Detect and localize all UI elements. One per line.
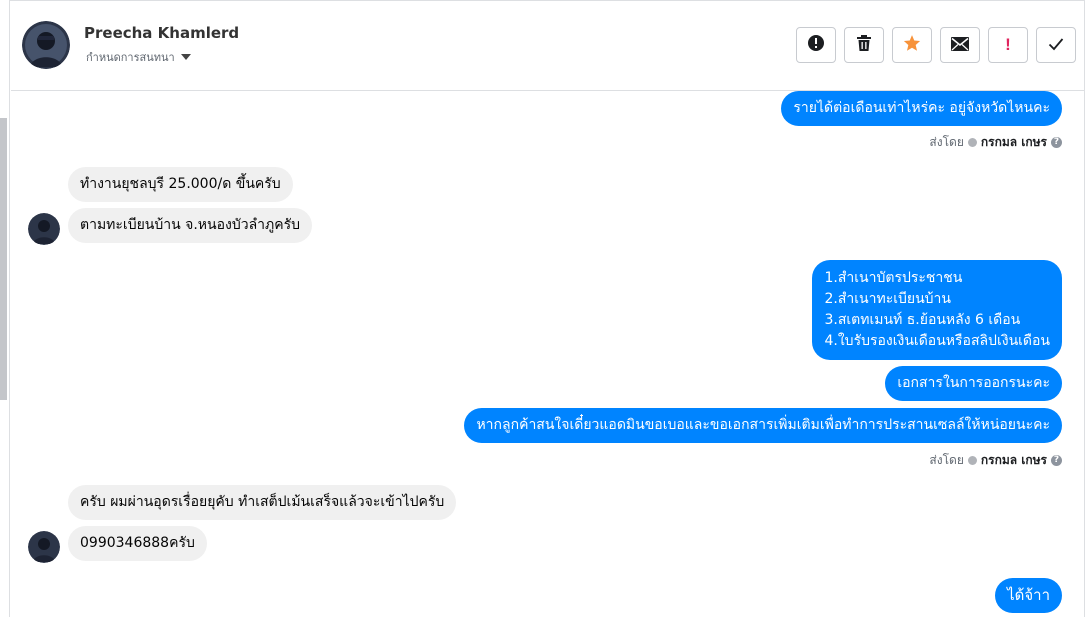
sent-by-label: ส่งโดย กรกมล เกษร ? <box>929 133 1062 152</box>
document-line: 3.สเตทเมนท์ ธ.ย้อนหลัง 6 เดือน <box>824 312 1021 328</box>
outgoing-message[interactable]: เอกสารในการออกรนะคะ <box>885 366 1062 401</box>
scrollbar[interactable] <box>0 118 7 400</box>
outgoing-message[interactable]: หากลูกค้าสนใจเดี๋ยวแอดมินขอเบอและขอเอกสา… <box>464 408 1062 443</box>
incoming-message[interactable]: ทำงานยุชลบุรี 25.000/ด ขึ้นครับ <box>68 167 293 202</box>
sender-name[interactable]: กรกมล เกษร <box>981 451 1047 470</box>
check-circle-icon <box>967 138 977 147</box>
report-button[interactable] <box>796 27 836 63</box>
conversation-header: Preecha Khamlerd กำหนดการสนทนา ! <box>11 1 1084 91</box>
check-circle-icon <box>967 456 977 465</box>
outgoing-message[interactable]: รายได้ต่อเดือนเท่าไหร่คะ อยู่จังหวัดไหนค… <box>781 91 1062 126</box>
conversation-settings-label: กำหนดการสนทนา <box>86 51 175 64</box>
header-actions: ! <box>796 27 1076 63</box>
done-button[interactable] <box>1036 27 1076 63</box>
help-icon[interactable]: ? <box>1051 137 1062 148</box>
document-line: 2.สำเนาทะเบียนบ้าน <box>824 291 951 307</box>
document-line: 4.ใบรับรองเงินเดือนหรือสลิปเงินเดือน <box>824 333 1050 349</box>
help-icon[interactable]: ? <box>1051 455 1062 466</box>
mail-icon <box>951 36 969 55</box>
avatar[interactable] <box>28 531 60 563</box>
outgoing-message[interactable]: 1.สำเนาบัตรประชาชน 2.สำเนาทะเบียนบ้าน 3.… <box>812 260 1062 360</box>
incoming-message[interactable]: ครับ ผมผ่านอุดรเรื่อยยุคับ ทำเสต็ปเม้นเส… <box>68 485 457 520</box>
mark-unread-button[interactable] <box>940 27 980 63</box>
delete-button[interactable] <box>844 27 884 63</box>
sender-name[interactable]: กรกมล เกษร <box>981 133 1047 152</box>
trash-icon <box>856 34 872 56</box>
outgoing-message[interactable]: ได้จ้าา <box>995 578 1062 613</box>
avatar[interactable] <box>22 21 70 69</box>
check-icon <box>1048 36 1064 55</box>
incoming-message[interactable]: 0990346888ครับ <box>68 526 207 561</box>
sent-by-label: ส่งโดย กรกมล เกษร ? <box>929 451 1062 470</box>
important-button[interactable]: ! <box>988 27 1028 63</box>
contact-name[interactable]: Preecha Khamlerd <box>84 24 239 42</box>
sent-by-prefix: ส่งโดย <box>929 453 964 467</box>
report-icon <box>807 34 825 56</box>
conversation-settings[interactable]: กำหนดการสนทนา <box>86 48 191 66</box>
incoming-message[interactable]: ตามทะเบียนบ้าน จ.หนองบัวลำภูครับ <box>68 208 313 243</box>
star-icon <box>903 34 921 56</box>
caret-down-icon <box>180 54 191 60</box>
star-button[interactable] <box>892 27 932 63</box>
avatar[interactable] <box>28 213 60 245</box>
sent-by-prefix: ส่งโดย <box>929 135 964 149</box>
document-line: 1.สำเนาบัตรประชาชน <box>824 270 963 286</box>
important-icon: ! <box>1005 35 1011 54</box>
